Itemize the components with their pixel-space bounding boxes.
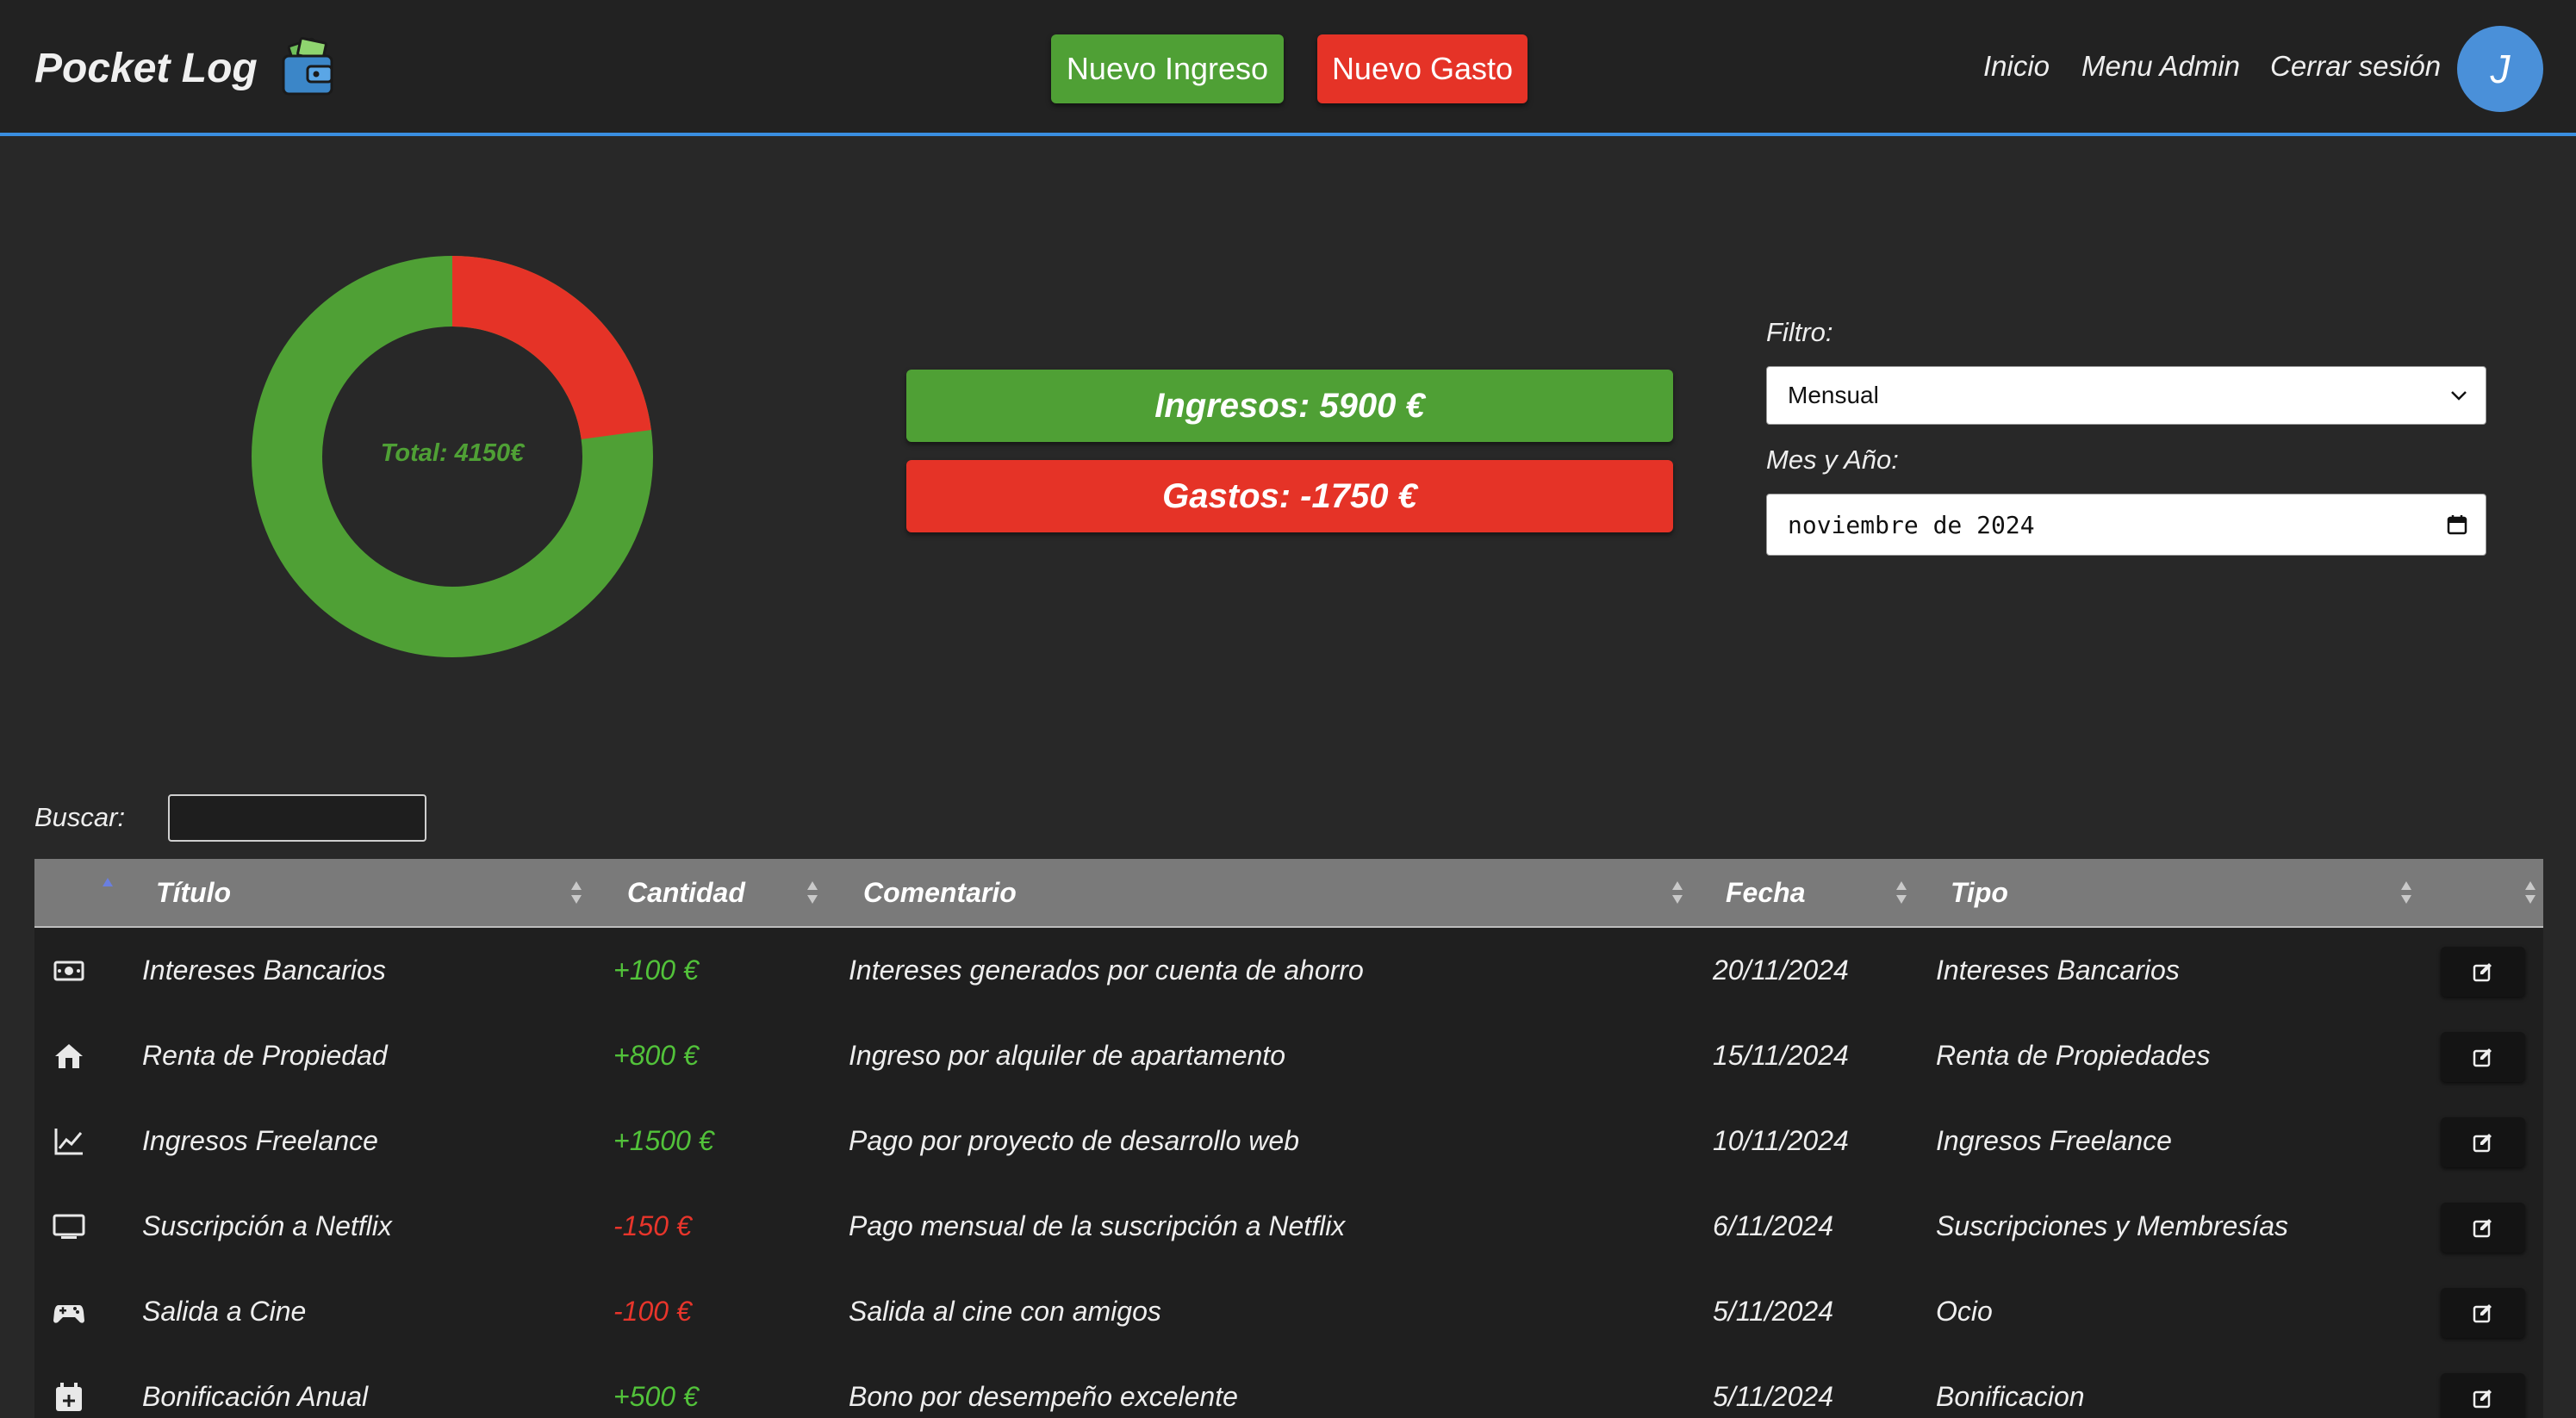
sort-icon[interactable] — [806, 880, 818, 905]
row-title: Ingresos Freelance — [142, 1125, 378, 1156]
edit-icon — [2473, 1134, 2492, 1153]
income-total-bar: Ingresos: 5900 € — [906, 370, 1673, 442]
row-comment: Intereses generados por cuenta de ahorro — [849, 955, 1364, 986]
table-header: Título Cantidad Comentario Fecha Tipo — [34, 859, 2543, 928]
edit-button[interactable] — [2441, 947, 2525, 997]
app-title: Pocket Log — [34, 45, 258, 91]
month-year-label: Mes y Año: — [1766, 445, 1899, 475]
chart-line-icon — [54, 1129, 83, 1155]
row-title: Suscripción a Netflix — [142, 1210, 392, 1241]
sort-icon[interactable] — [1895, 880, 1907, 905]
filter-label: Filtro: — [1766, 317, 1833, 347]
row-date: 10/11/2024 — [1713, 1125, 1849, 1156]
row-comment: Salida al cine con amigos — [849, 1296, 1161, 1327]
row-date: 15/11/2024 — [1713, 1040, 1849, 1071]
transactions-table: Título Cantidad Comentario Fecha Tipo In… — [34, 859, 2543, 1418]
calendar-icon[interactable] — [2446, 513, 2468, 536]
row-type: Suscripciones y Membresías — [1936, 1210, 2289, 1241]
sort-icon[interactable] — [570, 880, 582, 905]
row-date: 5/11/2024 — [1713, 1296, 1833, 1327]
table-row[interactable]: Ingresos Freelance +1500 € Pago por proy… — [34, 1098, 2543, 1184]
edit-button[interactable] — [2441, 1288, 2525, 1338]
nav-link-home[interactable]: Inicio — [1983, 50, 2050, 83]
row-type: Bonificacion — [1936, 1381, 2085, 1412]
row-type: Ingresos Freelance — [1936, 1125, 2172, 1156]
row-amount: +800 € — [613, 1040, 699, 1071]
gamepad-icon — [53, 1305, 84, 1323]
edit-icon — [2473, 1304, 2492, 1323]
row-date: 5/11/2024 — [1713, 1381, 1833, 1412]
row-comment: Bono por desempeño excelente — [849, 1381, 1238, 1412]
filter-select-value: Mensual — [1788, 382, 1879, 408]
table-row[interactable]: Bonificación Anual +500 € Bono por desem… — [34, 1354, 2543, 1418]
table-row[interactable]: Intereses Bancarios +100 € Intereses gen… — [34, 928, 2543, 1013]
column-header-type[interactable]: Tipo — [1951, 859, 2008, 926]
row-comment: Pago mensual de la suscripción a Netflix — [849, 1210, 1346, 1241]
row-type: Ocio — [1936, 1296, 1993, 1327]
search-label: Buscar: — [34, 802, 126, 832]
column-header-comment[interactable]: Comentario — [863, 859, 1017, 926]
table-row[interactable]: Renta de Propiedad +800 € Ingreso por al… — [34, 1013, 2543, 1098]
donut-total-label: Total: 4150€ — [380, 439, 525, 467]
sort-icon[interactable] — [1671, 880, 1683, 905]
edit-button[interactable] — [2441, 1117, 2525, 1167]
row-amount: -150 € — [613, 1210, 692, 1241]
edit-icon — [2473, 1390, 2492, 1409]
nav-link-admin[interactable]: Menu Admin — [2081, 50, 2240, 83]
column-header-title[interactable]: Título — [156, 859, 231, 926]
sort-icon[interactable] — [2524, 880, 2536, 905]
tv-icon — [53, 1214, 85, 1239]
row-title: Intereses Bancarios — [142, 955, 386, 986]
top-navbar: Pocket Log Nuevo Ingreso Nuevo Gasto Ini… — [0, 0, 2576, 136]
table-row[interactable]: Suscripción a Netflix -150 € Pago mensua… — [34, 1184, 2543, 1269]
brand[interactable]: Pocket Log — [34, 37, 339, 96]
money-icon — [53, 961, 84, 981]
row-amount: +500 € — [613, 1381, 699, 1412]
wallet-icon — [282, 37, 333, 96]
edit-button[interactable] — [2441, 1373, 2525, 1418]
avatar[interactable]: J — [2457, 26, 2543, 112]
row-comment: Pago por proyecto de desarrollo web — [849, 1125, 1299, 1156]
row-title: Renta de Propiedad — [142, 1040, 388, 1071]
row-comment: Ingreso por alquiler de apartamento — [849, 1040, 1285, 1071]
edit-button[interactable] — [2441, 1032, 2525, 1082]
nav-link-logout[interactable]: Cerrar sesión — [2270, 50, 2441, 83]
row-amount: +100 € — [613, 955, 699, 986]
sort-asc-icon[interactable] — [102, 876, 114, 902]
row-amount: -100 € — [613, 1296, 692, 1327]
table-row[interactable]: Salida a Cine -100 € Salida al cine con … — [34, 1269, 2543, 1354]
row-title: Salida a Cine — [142, 1296, 307, 1327]
column-header-date[interactable]: Fecha — [1726, 859, 1805, 926]
edit-button[interactable] — [2441, 1203, 2525, 1253]
calendar-plus-icon — [56, 1383, 82, 1411]
sort-icon[interactable] — [2400, 880, 2412, 905]
house-icon — [55, 1044, 83, 1068]
column-header-amount[interactable]: Cantidad — [627, 859, 745, 926]
expense-total-bar: Gastos: -1750 € — [906, 460, 1673, 532]
new-expense-button[interactable]: Nuevo Gasto — [1317, 34, 1528, 103]
row-type: Intereses Bancarios — [1936, 955, 2180, 986]
edit-icon — [2473, 1048, 2492, 1067]
edit-icon — [2473, 1219, 2492, 1238]
search-input[interactable] — [168, 794, 426, 842]
row-title: Bonificación Anual — [142, 1381, 369, 1412]
chevron-down-icon — [2451, 391, 2467, 401]
row-date: 20/11/2024 — [1713, 955, 1849, 986]
edit-icon — [2473, 963, 2492, 982]
new-income-button[interactable]: Nuevo Ingreso — [1051, 34, 1284, 103]
row-date: 6/11/2024 — [1713, 1210, 1833, 1241]
month-year-input[interactable]: noviembre de 2024 — [1766, 494, 2486, 556]
donut-expense-segment — [451, 256, 651, 440]
row-type: Renta de Propiedades — [1936, 1040, 2211, 1071]
row-amount: +1500 € — [613, 1125, 714, 1156]
filter-select[interactable]: Mensual — [1766, 366, 2486, 425]
month-year-value: noviembre de 2024 — [1788, 510, 2035, 539]
